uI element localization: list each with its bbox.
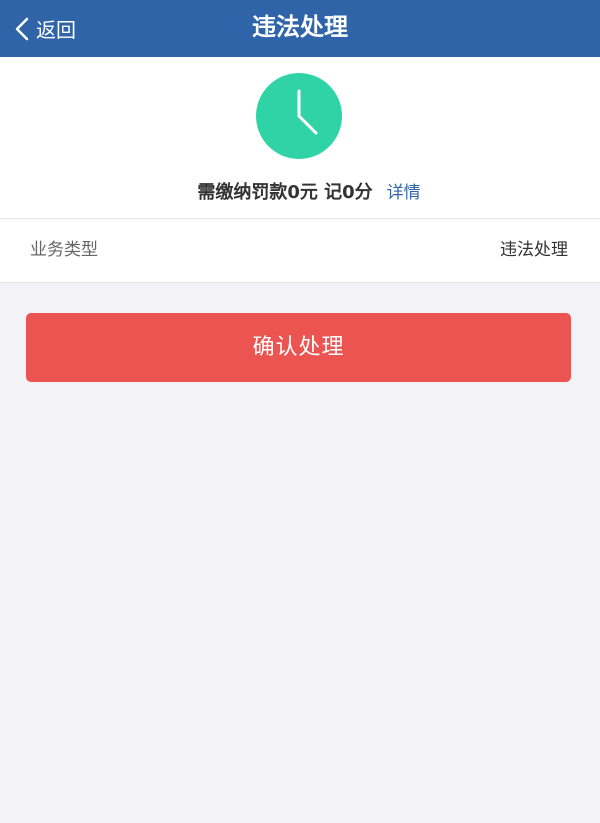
chevron-left-icon bbox=[14, 17, 30, 41]
back-button[interactable]: 返回 bbox=[14, 0, 76, 57]
fine-amount-text: 需缴纳罚款0元 记0分 bbox=[197, 182, 373, 203]
fine-info-line: 需缴纳罚款0元 记0分 详情 bbox=[0, 178, 600, 204]
back-label: 返回 bbox=[36, 18, 76, 42]
business-type-value: 违法处理 bbox=[500, 240, 568, 260]
business-type-label: 业务类型 bbox=[30, 240, 98, 260]
page-title: 违法处理 bbox=[252, 13, 348, 41]
details-link[interactable]: 详情 bbox=[387, 183, 421, 203]
fine-summary-panel: 需缴纳罚款0元 记0分 详情 bbox=[0, 57, 600, 219]
confirm-process-button[interactable]: 确认处理 bbox=[26, 313, 571, 382]
business-type-row: 业务类型 违法处理 bbox=[0, 219, 600, 283]
top-navigation-bar: 返回 违法处理 bbox=[0, 0, 600, 57]
clock-icon bbox=[256, 73, 342, 159]
